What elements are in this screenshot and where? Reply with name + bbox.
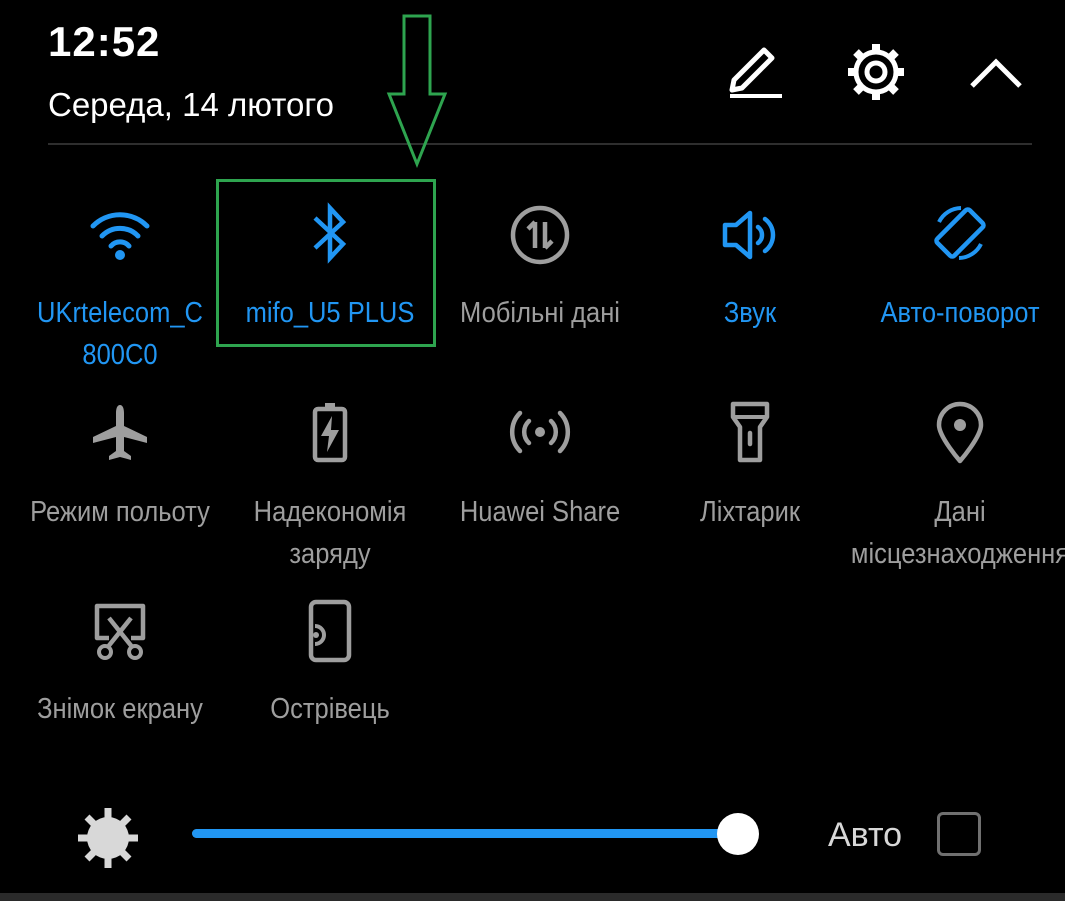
sound-icon bbox=[722, 210, 776, 260]
brightness-slider-fill bbox=[192, 829, 739, 838]
airplane-icon bbox=[93, 405, 147, 460]
tile-flashlight-label: Ліхтарик bbox=[699, 496, 801, 528]
tile-battery-saver-label: Надекономія заряду bbox=[253, 496, 407, 570]
tile-airplane-label: Режим польоту bbox=[30, 496, 210, 528]
pencil-icon[interactable] bbox=[724, 44, 786, 102]
wifi-icon bbox=[90, 212, 150, 260]
highlight-box bbox=[216, 179, 436, 347]
clock-time: 12:52 bbox=[48, 18, 161, 65]
auto-rotate-icon bbox=[934, 206, 986, 260]
tile-screenshot-label: Знімок екрану bbox=[37, 693, 203, 725]
floating-dock-icon bbox=[308, 599, 352, 663]
header-divider bbox=[48, 143, 1032, 145]
date-text: Середа, 14 лютого bbox=[48, 86, 335, 123]
battery-saver-icon bbox=[312, 403, 348, 463]
tile-wifi-label: UKrtelecom_C 800C0 bbox=[37, 297, 203, 371]
tile-floating-dock-label: Острівець bbox=[270, 693, 390, 725]
chevron-up-icon[interactable] bbox=[966, 52, 1026, 92]
auto-brightness-checkbox[interactable] bbox=[937, 812, 981, 856]
tile-mobile-data-label: Мобільні дані bbox=[460, 297, 620, 329]
flashlight-icon bbox=[730, 401, 770, 463]
down-arrow-icon bbox=[386, 14, 448, 168]
screenshot-icon bbox=[94, 603, 146, 660]
auto-brightness-label: Авто bbox=[828, 816, 903, 854]
mobile-data-icon bbox=[510, 205, 570, 265]
tile-auto-rotate-label: Авто-поворот bbox=[880, 297, 1040, 329]
location-icon bbox=[936, 401, 984, 464]
brightness-slider-thumb[interactable] bbox=[717, 813, 760, 855]
brightness-icon bbox=[78, 808, 138, 868]
bottom-edge bbox=[0, 893, 1065, 901]
tile-location-label: Дані місцезнаходження bbox=[850, 496, 1065, 570]
gear-icon[interactable] bbox=[844, 40, 908, 104]
tile-sound-label: Звук bbox=[723, 297, 777, 329]
tile-huawei-share-label: Huawei Share bbox=[459, 496, 621, 528]
huawei-share-icon bbox=[509, 410, 571, 454]
brightness-slider[interactable] bbox=[192, 813, 760, 855]
